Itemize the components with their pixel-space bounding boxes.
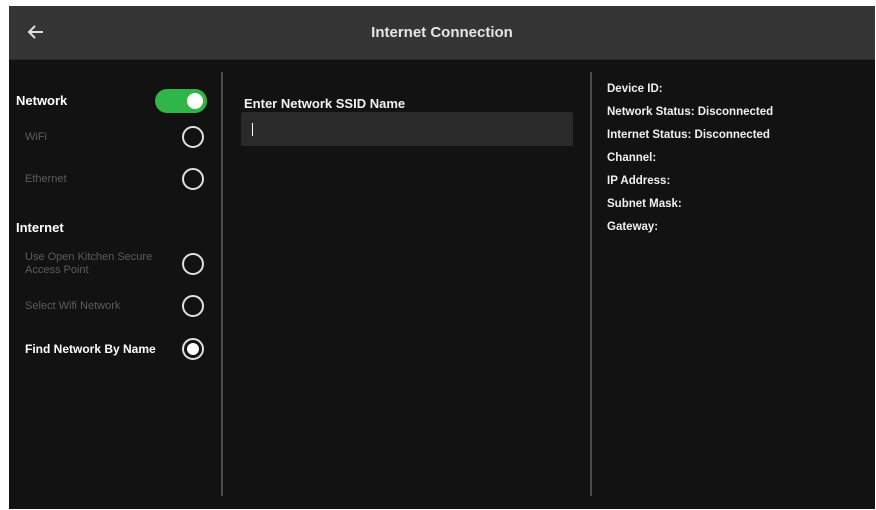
network-option-label: WiFi xyxy=(25,130,47,143)
network-status-text: Network Status: Disconnected xyxy=(607,106,774,118)
app-screen: Internet Connection Network WiFi Etherne… xyxy=(9,6,875,509)
subnet-mask-text: Subnet Mask: xyxy=(607,198,682,210)
internet-option-label: Select Wifi Network xyxy=(25,299,121,312)
toggle-knob xyxy=(187,93,203,109)
internet-option-label: Use Open Kitchen Secure Access Point xyxy=(25,251,153,276)
internet-section-label: Internet xyxy=(16,220,64,235)
radio-button[interactable] xyxy=(182,295,204,317)
internet-option-open-kitchen-ap[interactable]: Use Open Kitchen Secure Access Point xyxy=(9,246,221,282)
internet-option-label: Find Network By Name xyxy=(25,341,156,356)
internet-option-select-wifi[interactable]: Select Wifi Network xyxy=(9,288,221,324)
network-option-ethernet[interactable]: Ethernet xyxy=(9,161,221,197)
network-option-wifi[interactable]: WiFi xyxy=(9,119,221,155)
ssid-field-label: Enter Network SSID Name xyxy=(244,96,406,111)
network-option-label: Ethernet xyxy=(25,172,67,185)
page-title: Internet Connection xyxy=(371,24,513,41)
radio-button-selected[interactable] xyxy=(182,338,204,360)
ssid-input[interactable] xyxy=(241,112,573,146)
text-caret xyxy=(252,123,253,136)
network-section-label: Network xyxy=(16,93,68,108)
radio-button[interactable] xyxy=(182,168,204,190)
gateway-text: Gateway: xyxy=(607,221,659,233)
device-id-text: Device ID: xyxy=(607,83,663,95)
channel-text: Channel: xyxy=(607,152,657,164)
radio-button[interactable] xyxy=(182,126,204,148)
internet-status-text: Internet Status: Disconnected xyxy=(607,129,770,141)
header-bar: Internet Connection xyxy=(9,6,875,60)
left-divider xyxy=(221,72,223,496)
right-divider xyxy=(590,72,592,496)
radio-dot xyxy=(187,343,199,355)
ip-address-text: IP Address: xyxy=(607,175,671,187)
network-toggle[interactable] xyxy=(155,89,207,113)
radio-button[interactable] xyxy=(182,253,204,275)
connection-info-panel: Device ID: Network Status: Disconnected … xyxy=(607,82,867,243)
internet-option-find-by-name[interactable]: Find Network By Name xyxy=(9,331,221,367)
